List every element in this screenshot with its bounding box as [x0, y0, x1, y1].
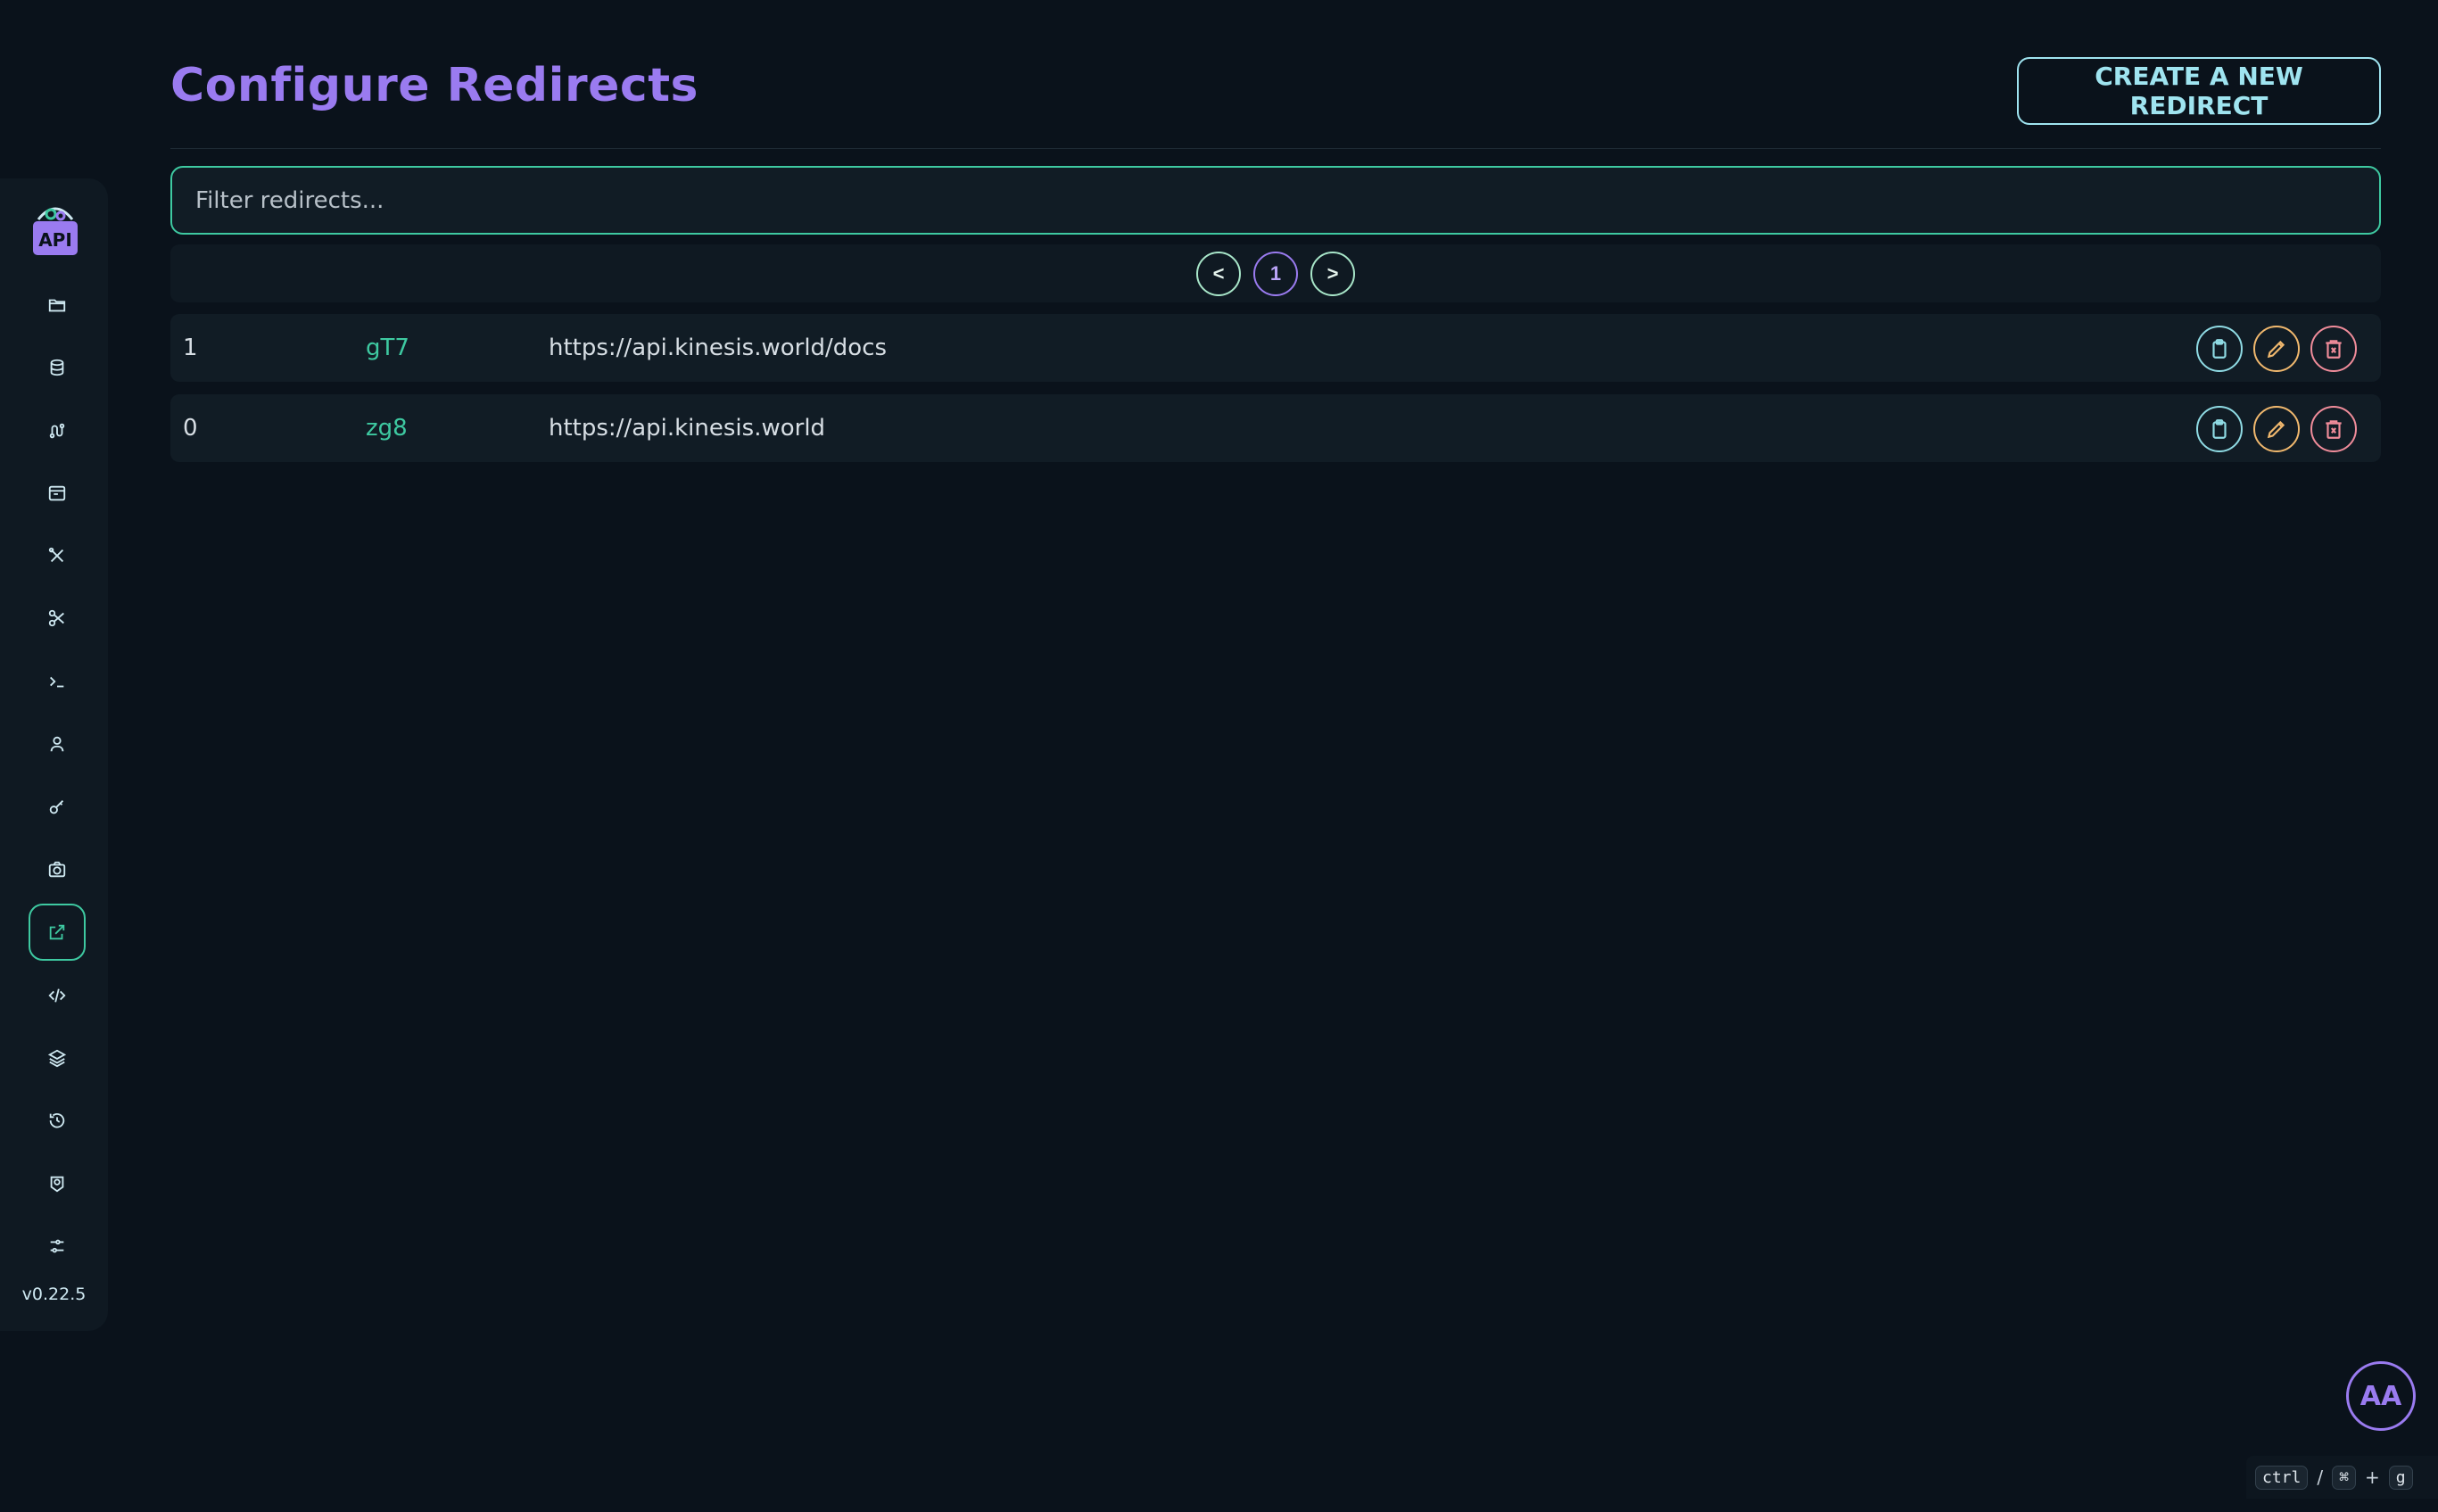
table-row: 1 gT7 https://api.kinesis.world/docs [170, 314, 2381, 382]
app-version: v0.22.5 [21, 1285, 87, 1304]
sidebar-item-history[interactable] [29, 1092, 86, 1149]
pencil-icon [2267, 420, 2285, 439]
redirect-url: https://api.kinesis.world/docs [549, 335, 888, 361]
next-page-button[interactable]: > [1310, 252, 1355, 296]
layers-icon [47, 1049, 67, 1068]
database-icon [50, 359, 64, 376]
folder-icon [48, 299, 66, 312]
sidebar-item-redirects[interactable] [29, 904, 86, 961]
sidebar-item-layers[interactable] [29, 1029, 86, 1086]
shortcut-plus: + [2364, 1467, 2380, 1488]
sidebar-item-database[interactable] [29, 339, 86, 396]
copy-button[interactable] [2196, 326, 2243, 372]
tools-icon [48, 547, 64, 563]
sidebar-item-terminal[interactable] [29, 653, 86, 710]
page-title: Configure Redirects [170, 59, 699, 112]
user-badge-icon [50, 1176, 64, 1193]
logo-text: API [38, 229, 72, 251]
sidebar-item-tools[interactable] [29, 527, 86, 584]
trash-icon [2326, 420, 2342, 439]
avatar[interactable]: AA [2346, 1361, 2416, 1431]
table-row: 0 zg8 https://api.kinesis.world [170, 394, 2381, 462]
pagination-bar: < 1 > [170, 244, 2381, 302]
redirect-code[interactable]: zg8 [366, 394, 408, 462]
clipboard-icon [2212, 339, 2227, 359]
edit-button[interactable] [2253, 326, 2300, 372]
app-logo[interactable]: API [29, 200, 81, 259]
sidebar: API v0.22.5 [0, 178, 108, 1331]
shortcut-separator: / [2317, 1467, 2324, 1488]
sidebar-item-camera[interactable] [29, 841, 86, 898]
sidebar-item-keys[interactable] [29, 779, 86, 836]
route-icon [49, 423, 65, 439]
redirect-id: 0 [183, 415, 198, 442]
external-link-icon [49, 924, 65, 940]
page-1-button[interactable]: 1 [1253, 252, 1298, 296]
sidebar-item-code[interactable] [29, 967, 86, 1024]
delete-button[interactable] [2310, 406, 2357, 452]
code-icon [48, 988, 66, 1003]
redirect-url: https://api.kinesis.world [549, 415, 826, 442]
redirect-id: 1 [183, 335, 198, 361]
user-icon [50, 736, 64, 752]
scissors-icon [48, 609, 64, 627]
kbd-g: g [2388, 1465, 2413, 1490]
sidebar-item-folder[interactable] [29, 277, 86, 334]
redirect-code[interactable]: gT7 [366, 314, 409, 382]
edit-button[interactable] [2253, 406, 2300, 452]
clipboard-icon [2212, 419, 2227, 439]
sidebar-item-profile[interactable] [29, 1155, 86, 1212]
browser-window-icon [48, 485, 66, 501]
create-redirect-button[interactable]: CREATE A NEW REDIRECT [2017, 57, 2381, 125]
pencil-icon [2267, 340, 2285, 359]
sidebar-item-pages[interactable] [29, 465, 86, 522]
sidebar-item-scissors[interactable] [29, 590, 86, 647]
history-icon [49, 1112, 65, 1128]
header-divider [170, 148, 2381, 149]
sidebar-item-settings[interactable] [29, 1218, 86, 1275]
kbd-cmd: ⌘ [2332, 1465, 2356, 1490]
sidebar-item-routes[interactable] [29, 402, 86, 459]
prev-page-button[interactable]: < [1196, 252, 1241, 296]
kbd-ctrl: ctrl [2255, 1465, 2309, 1490]
key-icon [49, 800, 64, 814]
settings-icon [50, 1239, 64, 1253]
copy-button[interactable] [2196, 406, 2243, 452]
trash-icon [2326, 340, 2342, 359]
terminal-icon [50, 676, 64, 688]
camera-icon [48, 861, 66, 878]
shortcut-hint: ctrl / ⌘ + g [2246, 1456, 2438, 1499]
filter-input[interactable] [170, 166, 2381, 235]
delete-button[interactable] [2310, 326, 2357, 372]
sidebar-item-users[interactable] [29, 715, 86, 773]
